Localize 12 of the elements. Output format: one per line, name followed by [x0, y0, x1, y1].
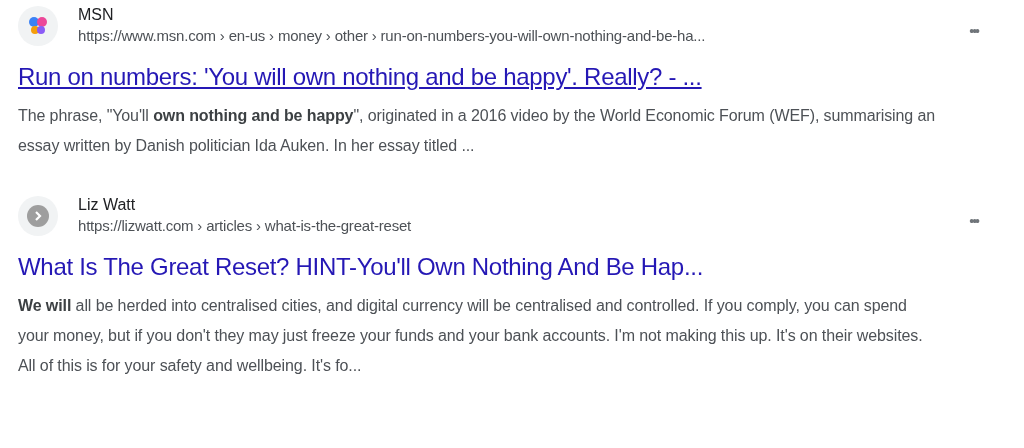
source-name: Liz Watt: [78, 195, 137, 215]
butterfly-icon: [27, 15, 49, 37]
chevron-icon: [27, 205, 49, 227]
result-snippet: We will all be herded into centralised cities, and digital currency will be centralised and controlled. If you comply, you can spend your money, but if you don't they may just freeze your funds and your bank accounts. I'm not making this up. It's on their websites. All of this is for your safety and wellbeing. It's fo...: [18, 296, 924, 376]
result-title[interactable]: What Is The Great Reset? HINT-You'll Own Nothing And Be Hap...: [18, 251, 703, 283]
more-button[interactable]: •••: [969, 210, 978, 232]
result-url: https://www.msn.com › en-us › money › other › run-on-numbers-you-will-own-nothing-and-be-ha...: [78, 26, 707, 46]
source-name: MSN: [78, 5, 115, 25]
result-url: https://lizwatt.com › articles › what-is-the-great-reset: [78, 216, 413, 236]
result-snippet: The phrase, "You'll own nothing and be happy", originated in a 2016 video by the World Economic Forum (WEF), summarising an essay written by Danish politician Ida Auken. In her essay titled ...: [18, 106, 937, 156]
result-title[interactable]: Run on numbers: 'You will own nothing and be happy'. Really? - ...: [18, 61, 702, 93]
more-button[interactable]: •••: [969, 20, 978, 42]
